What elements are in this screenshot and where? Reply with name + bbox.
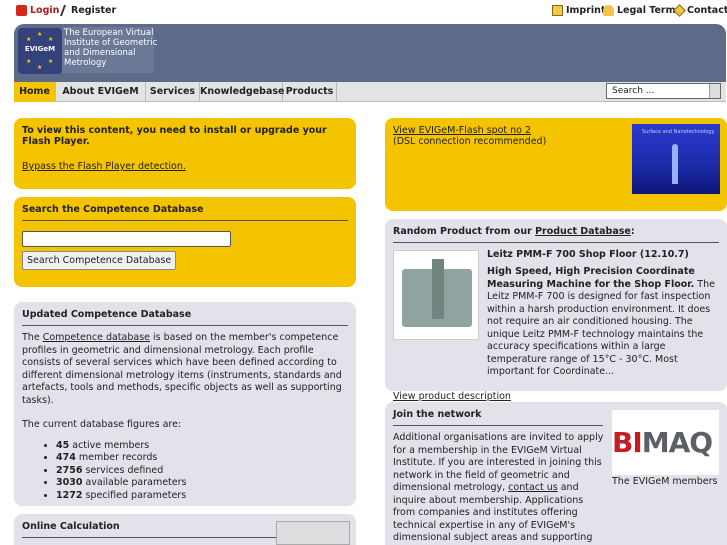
product-database-link[interactable]: Product Database [535,226,631,237]
join-network-text: Additional organisations are invited to … [393,432,605,545]
imprint-link[interactable]: Imprint [552,5,605,16]
updated-competence-title: Updated Competence Database [22,309,348,326]
search-competence-button[interactable]: Search Competence Database [22,251,177,270]
product-image[interactable] [393,250,479,340]
text-fragment: Random Product from our [393,226,536,237]
stat-label: member records [75,452,158,463]
tab-knowledgebase[interactable]: Knowledgebase [200,82,284,102]
pencil-icon [59,5,71,16]
stat-number: 3030 [56,477,83,488]
members-caption: The EVIGeM members [612,476,718,487]
flash-message: To view this content, you need to instal… [22,125,327,147]
competence-search-panel: Search the Competence Database Search Co… [14,197,356,287]
book-icon [552,5,563,16]
list-item: 45 active members [56,440,348,453]
logo-part: MAQ [641,426,713,459]
search-placeholder: Search ... [612,86,655,96]
star-icon: ★ [37,64,43,71]
star-icon: ★ [48,58,54,65]
contact-icon [673,4,686,17]
competence-search-input[interactable] [22,231,231,247]
competence-search-title: Search the Competence Database [22,204,348,221]
search-input[interactable]: Search ... [606,83,721,99]
star-icon: ★ [26,58,32,65]
list-item: 3030 available parameters [56,477,348,490]
join-network-title: Join the network [393,409,603,426]
flash-spot-link[interactable]: View EVIGeM-Flash spot no 2 [393,125,531,136]
list-item: 1272 specified parameters [56,490,348,503]
scales-icon [603,5,614,16]
brand-line: The European Virtual [64,28,154,38]
login-icon [16,5,27,16]
competence-database-link[interactable]: Competence database [43,332,150,343]
contact-link[interactable]: Contact [673,4,727,17]
nanotech-spike-graphic [672,144,678,184]
site-header: ★ ★ ★ ★ ★ ★ EVIGeM The European Virtual … [14,24,726,82]
search-button[interactable] [709,84,720,98]
random-product-title: Random Product from our Product Database… [393,226,719,243]
login-label: Login [30,5,60,16]
star-icon: ★ [37,31,43,38]
text-fragment: : [630,226,635,237]
register-label: Register [71,5,117,16]
tab-products[interactable]: Products [283,82,337,102]
brand-title: The European Virtual Institute of Geomet… [64,28,164,68]
list-item: 474 member records [56,452,348,465]
star-icon: ★ [48,36,54,43]
bypass-flash-link[interactable]: Bypass the Flash Player detection. [22,161,186,172]
flash-panel: To view this content, you need to instal… [14,118,356,189]
stat-number: 2756 [56,464,83,476]
thumbnail-caption: Surface and Nanotechnology [642,129,715,135]
stat-number: 45 [56,439,70,451]
tab-home[interactable]: Home [14,82,56,102]
legal-terms-link[interactable]: Legal Terms [603,5,681,16]
text-fragment: The [22,332,43,343]
product-description: High Speed, High Precision Coordinate Me… [487,266,727,379]
login-link[interactable]: Login [16,5,59,16]
machine-column [432,259,444,319]
brand-line: and Dimensional [64,48,136,58]
calculation-image[interactable] [276,521,350,545]
brand-line: Metrology [64,58,107,68]
updated-competence-text: The Competence database is based on the … [22,332,348,407]
contact-us-link[interactable]: contact us [508,482,558,493]
product-info: Leitz PMM-F 700 Shop Floor (12.10.7) Hig… [487,249,727,379]
tab-services[interactable]: Services [146,82,200,102]
stat-label: active members [69,439,150,451]
logo-part: BI [612,426,643,459]
evigem-logo[interactable]: ★ ★ ★ ★ ★ ★ EVIGeM [18,28,62,74]
view-product-link[interactable]: View product description [393,391,511,402]
top-bar: Login Register Imprint Legal Terms Conta… [0,0,727,22]
brand-line: Institute of Geometric [64,38,158,48]
list-item: 2756 services defined [56,465,348,478]
stat-label: services defined [82,464,164,476]
stat-number: 1272 [56,489,83,501]
product-description-text: The Leitz PMM-F 700 is designed for fast… [487,278,715,378]
updated-competence-panel: Updated Competence Database The Competen… [14,302,356,506]
product-name: Leitz PMM-F 700 Shop Floor (12.10.7) [487,249,689,260]
online-calculation-title: Online Calculation [22,521,277,538]
stats-list: 45 active members 474 member records 275… [22,440,348,503]
stat-number: 474 [56,452,76,463]
star-icon: ★ [26,36,32,43]
database-figures-intro: The current database figures are: [22,419,182,430]
bimaq-logo: BIMAQ [612,426,713,459]
cmm-machine-graphic [402,259,472,327]
contact-label: Contact [687,5,727,16]
product-description-lead: High Speed, High Precision Coordinate Me… [487,266,695,290]
member-logo[interactable]: BIMAQ [612,410,719,475]
stat-label: available parameters [82,477,187,488]
logo-text: EVIGeM [24,45,56,53]
imprint-label: Imprint [566,5,606,16]
tab-about[interactable]: About EVIGeM [56,82,146,102]
legal-terms-label: Legal Terms [617,5,682,16]
text-fragment: is based on the member's competence prof… [22,332,342,406]
register-link[interactable]: Register [59,5,117,16]
flash-spot-thumbnail[interactable]: Surface and Nanotechnology [632,124,720,194]
stat-label: specified parameters [82,489,187,501]
